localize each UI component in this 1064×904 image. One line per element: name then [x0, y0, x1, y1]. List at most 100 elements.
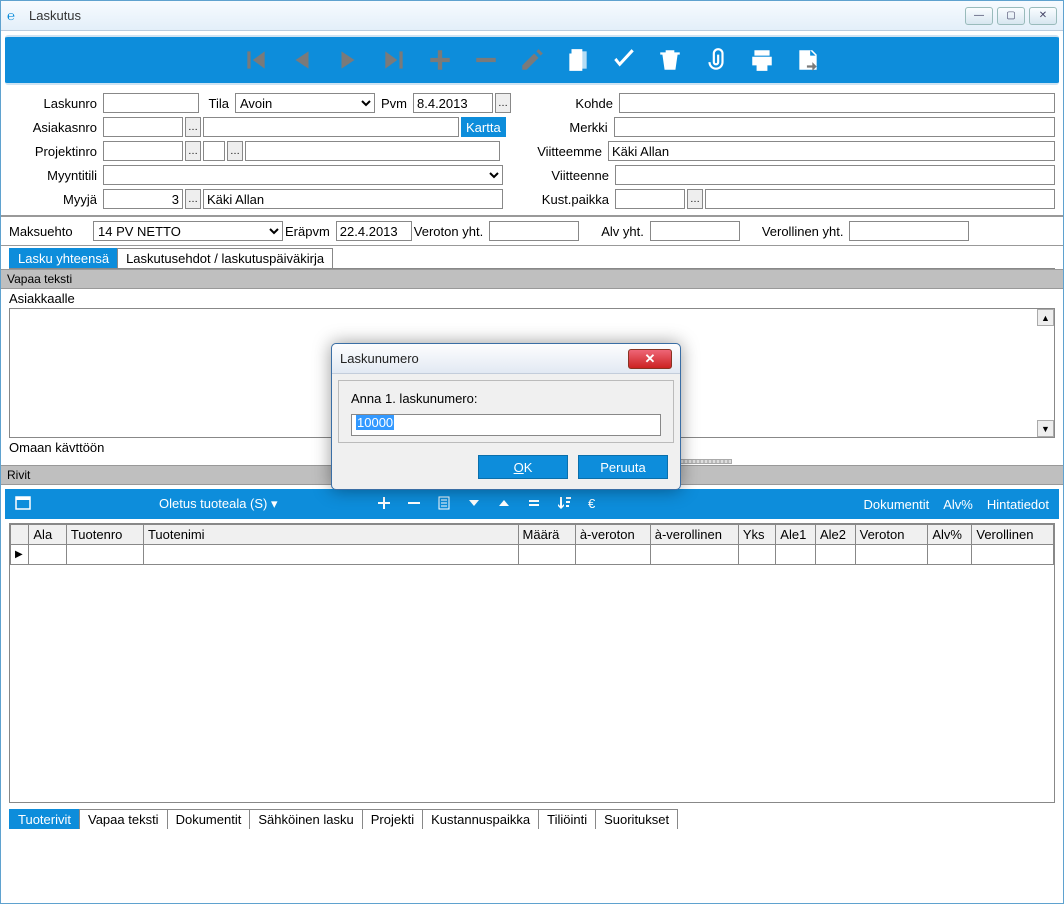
input-viitteenne[interactable] [615, 165, 1055, 185]
lookup-pvm[interactable]: … [495, 93, 511, 113]
grid-cell[interactable] [776, 545, 816, 565]
lookup-kustpaikka[interactable]: … [687, 189, 703, 209]
delete-icon[interactable] [656, 46, 684, 74]
input-alv-yht[interactable] [650, 221, 740, 241]
input-kohde[interactable] [619, 93, 1055, 113]
tab-tuoterivit[interactable]: Tuoterivit [9, 809, 80, 829]
grid-cell[interactable] [29, 545, 66, 565]
grid-cell[interactable] [66, 545, 143, 565]
dialog-cancel-button[interactable]: Peruuta [578, 455, 668, 479]
rows-list-icon[interactable] [436, 495, 452, 514]
scroll-up-icon[interactable]: ▲ [1037, 309, 1054, 326]
table-row[interactable]: ▶ [11, 545, 1054, 565]
prev-record-icon[interactable] [288, 46, 316, 74]
grid-cell[interactable] [972, 545, 1054, 565]
tab-laskutusehdot[interactable]: Laskutusehdot / laskutuspäiväkirja [117, 248, 333, 268]
input-myyja-nimi[interactable] [203, 189, 503, 209]
maximize-button[interactable]: ▢ [997, 7, 1025, 25]
input-projektinro[interactable] [103, 141, 183, 161]
rows-sort-icon[interactable] [556, 495, 572, 514]
input-merkki[interactable] [614, 117, 1055, 137]
tab-lasku-yhteensa[interactable]: Lasku yhteensä [9, 248, 118, 268]
grid-header-tuotenro[interactable]: Tuotenro [66, 525, 143, 545]
copy-icon[interactable] [564, 46, 592, 74]
rows-alv[interactable]: Alv% [943, 497, 973, 512]
rows-hintatiedot[interactable]: Hintatiedot [987, 497, 1049, 512]
input-viitteemme[interactable] [608, 141, 1055, 161]
grid-cell[interactable] [928, 545, 972, 565]
input-laskunro[interactable] [103, 93, 199, 113]
grid-header-marker[interactable] [11, 525, 29, 545]
scroll-down-icon[interactable]: ▼ [1037, 420, 1054, 437]
dialog-ok-button[interactable]: OK [478, 455, 568, 479]
rows-window-icon[interactable] [15, 495, 31, 514]
rows-equals-icon[interactable] [526, 495, 542, 514]
first-record-icon[interactable] [242, 46, 270, 74]
rows-down-icon[interactable] [466, 495, 482, 514]
input-asiakasnimi[interactable] [203, 117, 459, 137]
remove-icon[interactable] [472, 46, 500, 74]
tab-vapaa-teksti[interactable]: Vapaa teksti [79, 809, 168, 829]
grid-header-määrä[interactable]: Määrä [518, 525, 575, 545]
lookup-projektinro2[interactable]: … [227, 141, 243, 161]
dialog-input[interactable]: 10000 [351, 414, 661, 436]
print-icon[interactable] [748, 46, 776, 74]
grid-cell[interactable] [855, 545, 928, 565]
grid-header-alv%[interactable]: Alv% [928, 525, 972, 545]
lookup-myyja[interactable]: … [185, 189, 201, 209]
next-record-icon[interactable] [334, 46, 362, 74]
grid-cell[interactable] [518, 545, 575, 565]
close-button[interactable]: ✕ [1029, 7, 1057, 25]
lookup-asiakasnro[interactable]: … [185, 117, 201, 137]
tab-sahkoinen-lasku[interactable]: Sähköinen lasku [249, 809, 362, 829]
grid-header-ale2[interactable]: Ale2 [815, 525, 855, 545]
minimize-button[interactable]: — [965, 7, 993, 25]
grid-cell[interactable] [143, 545, 518, 565]
rows-add-icon[interactable] [376, 495, 392, 514]
input-pvm[interactable] [413, 93, 493, 113]
rows-remove-icon[interactable] [406, 495, 422, 514]
grid-cell[interactable] [650, 545, 738, 565]
input-projektinimi[interactable] [245, 141, 500, 161]
input-kustpaikka-nimi[interactable] [705, 189, 1055, 209]
grid-cell[interactable] [815, 545, 855, 565]
rows-oletus[interactable]: Oletus tuoteala (S) ▾ [159, 496, 278, 512]
tab-suoritukset[interactable]: Suoritukset [595, 809, 678, 829]
rows-dokumentit[interactable]: Dokumentit [863, 497, 929, 512]
grid-header-ale1[interactable]: Ale1 [776, 525, 816, 545]
edit-icon[interactable] [518, 46, 546, 74]
select-tila[interactable]: Avoin [235, 93, 375, 113]
select-myyntitili[interactable] [103, 165, 503, 185]
grid-header-ala[interactable]: Ala [29, 525, 66, 545]
export-icon[interactable] [794, 46, 822, 74]
input-erapvm[interactable] [336, 221, 412, 241]
grid-header-tuotenimi[interactable]: Tuotenimi [143, 525, 518, 545]
grid-header-à-veroton[interactable]: à-veroton [575, 525, 650, 545]
select-maksuehto[interactable]: 14 PV NETTO [93, 221, 283, 241]
grid-header-veroton[interactable]: Veroton [855, 525, 928, 545]
input-veroton-yht[interactable] [489, 221, 579, 241]
grid-cell[interactable] [575, 545, 650, 565]
grid-header-verollinen[interactable]: Verollinen [972, 525, 1054, 545]
grid-cell[interactable] [738, 545, 775, 565]
tab-dokumentit[interactable]: Dokumentit [167, 809, 251, 829]
rows-up-icon[interactable] [496, 495, 512, 514]
input-asiakasnro[interactable] [103, 117, 183, 137]
attachment-icon[interactable] [702, 46, 730, 74]
tab-tiliointi[interactable]: Tiliöinti [538, 809, 596, 829]
input-kustpaikka[interactable] [615, 189, 685, 209]
rows-euro-icon[interactable]: € [586, 495, 602, 514]
grid-header-à-verollinen[interactable]: à-verollinen [650, 525, 738, 545]
kartta-button[interactable]: Kartta [461, 117, 506, 137]
lookup-projektinro[interactable]: … [185, 141, 201, 161]
dialog-close-button[interactable]: ✕ [628, 349, 672, 369]
input-projektinro2[interactable] [203, 141, 225, 161]
tab-projekti[interactable]: Projekti [362, 809, 423, 829]
grid-header-yks[interactable]: Yks [738, 525, 775, 545]
input-verollinen-yht[interactable] [849, 221, 969, 241]
input-myyja-nro[interactable] [103, 189, 183, 209]
confirm-icon[interactable] [610, 46, 638, 74]
add-icon[interactable] [426, 46, 454, 74]
tab-kustannuspaikka[interactable]: Kustannuspaikka [422, 809, 539, 829]
last-record-icon[interactable] [380, 46, 408, 74]
